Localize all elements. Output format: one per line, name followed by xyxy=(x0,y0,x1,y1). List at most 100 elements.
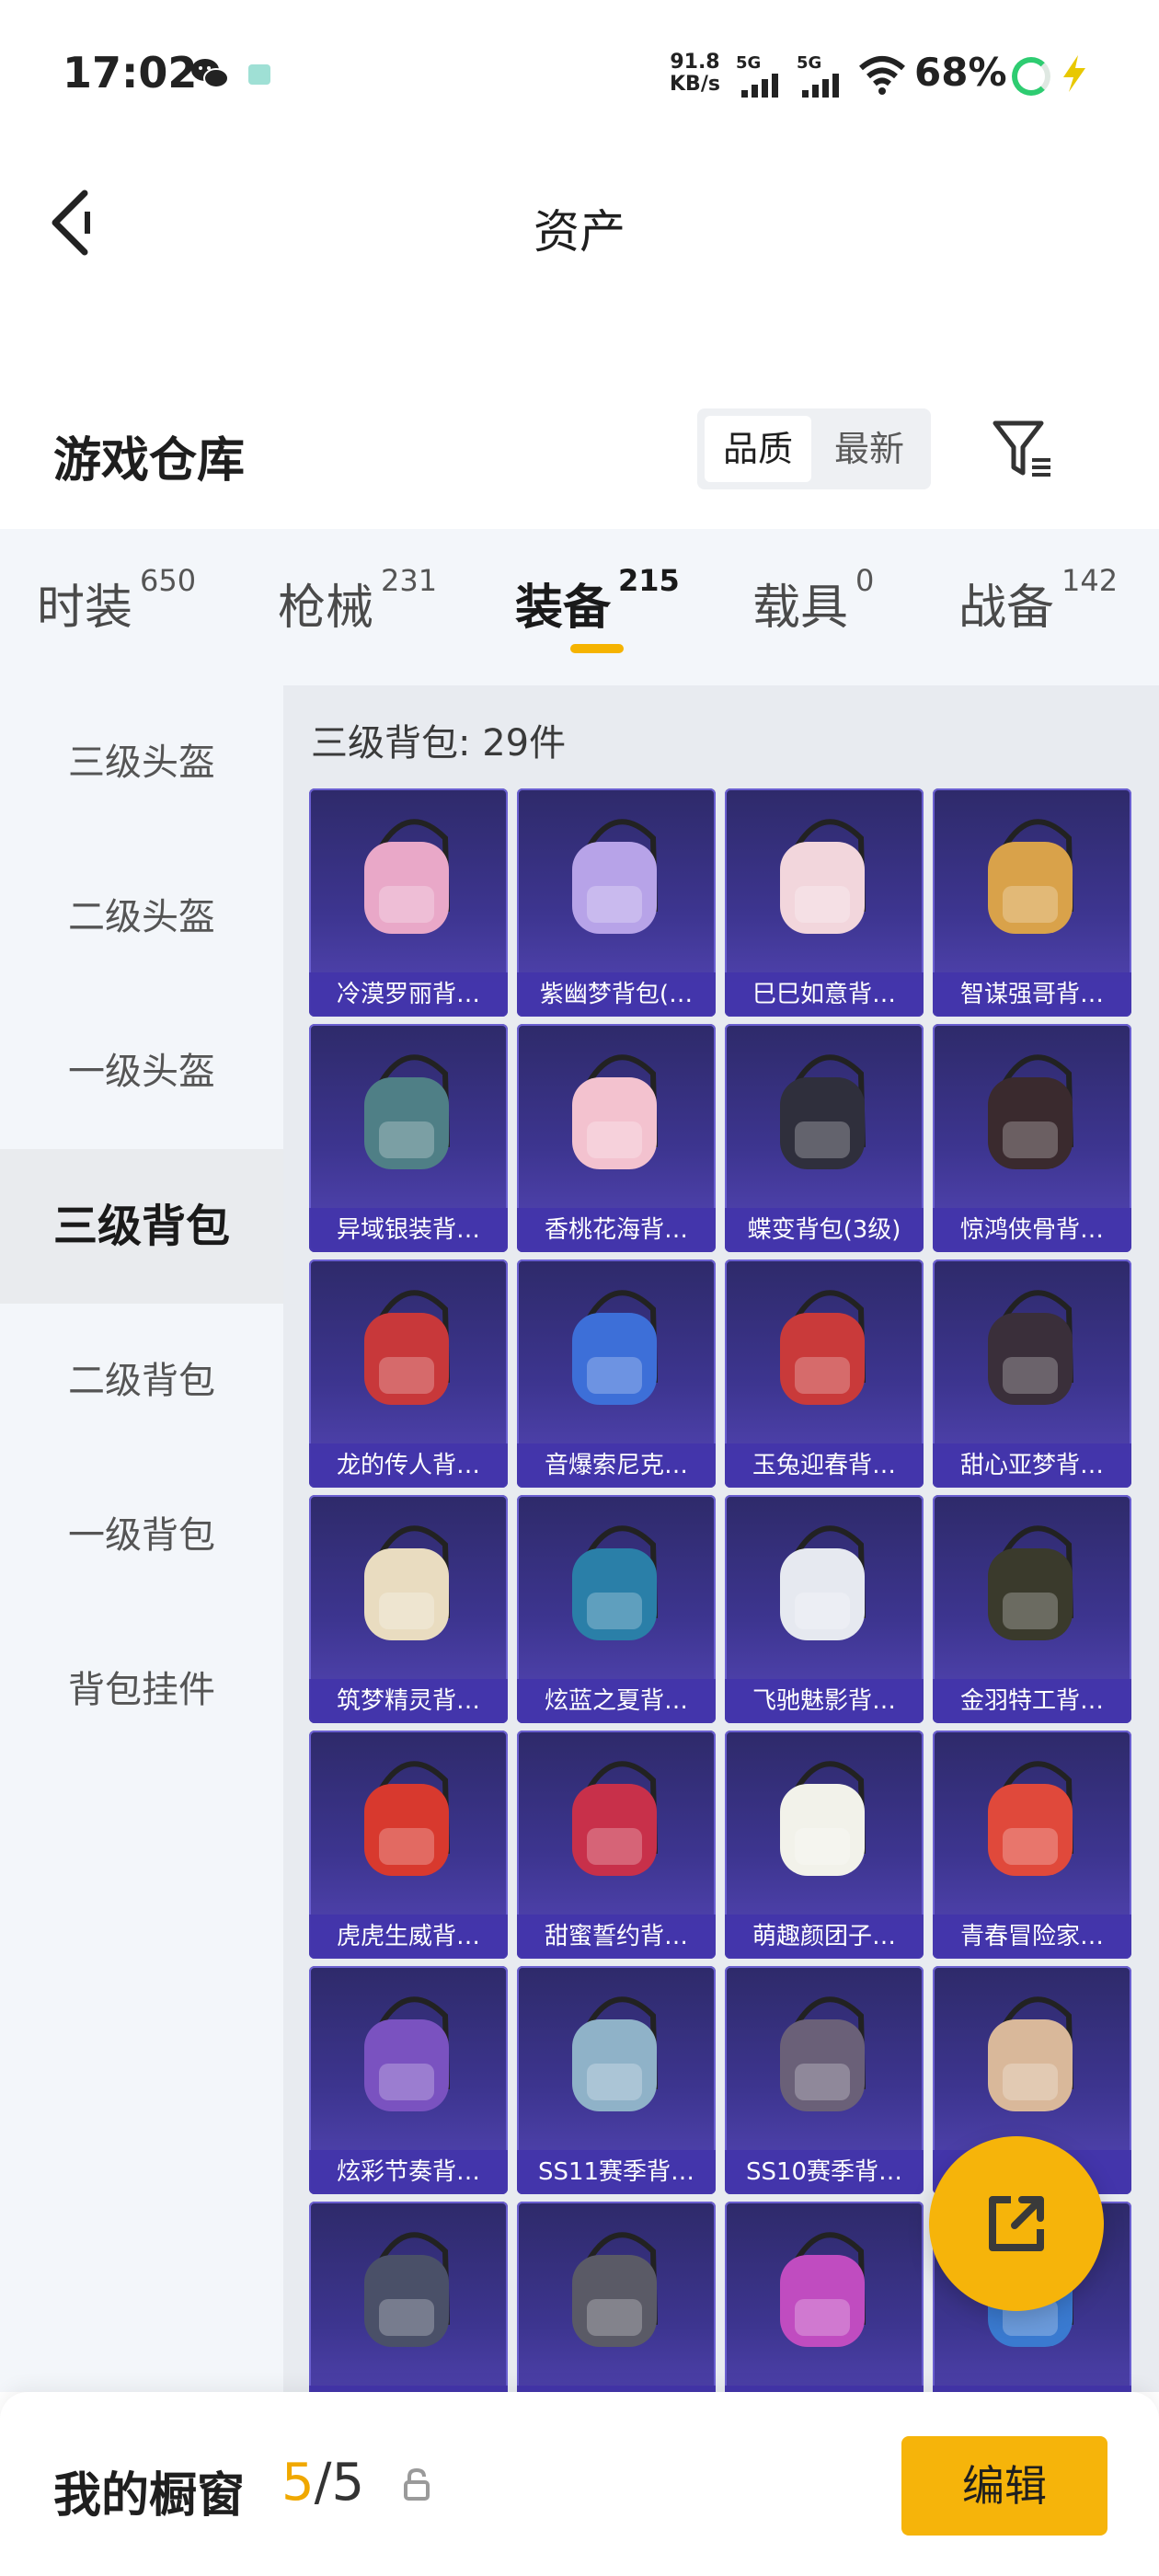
item-name: 炫蓝之夏背… xyxy=(517,1679,716,1723)
item-card[interactable]: 蝶变背包(3级) xyxy=(725,1024,924,1252)
sidebar-item-helmet-lv2[interactable]: 二级头盔 xyxy=(0,840,283,995)
item-card[interactable] xyxy=(517,2202,716,2392)
item-card[interactable]: 智谋强哥背… xyxy=(933,788,1131,1017)
sort-quality-button[interactable]: 品质 xyxy=(705,416,811,482)
signal-bars-icon xyxy=(802,74,839,98)
sidebar: 三级头盔 二级头盔 一级头盔 三级背包 二级背包 一级背包 背包挂件 xyxy=(0,685,283,2392)
item-card[interactable]: 甜蜜誓约背… xyxy=(517,1731,716,1959)
status-bar: 17:02 91.8 KB/s 5G 5G 68% xyxy=(0,0,1159,147)
sidebar-item-backpack-lv1[interactable]: 一级背包 xyxy=(0,1458,283,1613)
item-card[interactable]: 飞驰魅影背… xyxy=(725,1495,924,1723)
share-button[interactable] xyxy=(929,2136,1104,2311)
sort-toggle: 品质 最新 xyxy=(697,408,931,489)
item-name: 金羽特工背… xyxy=(933,1679,1131,1723)
battery-percent: 68% xyxy=(914,50,1007,95)
item-card[interactable]: 音爆索尼克… xyxy=(517,1259,716,1488)
item-name: 音爆索尼克… xyxy=(517,1443,716,1488)
network-speed: 91.8 KB/s xyxy=(670,52,720,96)
item-card[interactable]: 香桃花海背… xyxy=(517,1024,716,1252)
backpack-icon xyxy=(780,1996,866,2111)
backpack-icon xyxy=(572,1761,658,1876)
backpack-icon xyxy=(572,1525,658,1640)
item-card[interactable]: 惊鸿侠骨背… xyxy=(933,1024,1131,1252)
item-name: SS10赛季背… xyxy=(725,2150,924,2194)
item-name xyxy=(517,2386,716,2392)
item-card[interactable]: 筑梦精灵背… xyxy=(309,1495,508,1723)
tab-weapons[interactable]: 枪械 231 xyxy=(278,563,437,638)
backpack-icon xyxy=(364,1761,450,1876)
backpack-icon xyxy=(988,1996,1073,2111)
backpack-icon xyxy=(572,1290,658,1405)
backpack-icon xyxy=(364,1996,450,2111)
item-name: 炫彩节奏背… xyxy=(309,2150,508,2194)
lock-icon xyxy=(404,2467,430,2501)
backpack-icon xyxy=(572,819,658,934)
item-card[interactable]: SS10赛季背… xyxy=(725,1966,924,2194)
backpack-icon xyxy=(780,1290,866,1405)
item-card[interactable]: 炫蓝之夏背… xyxy=(517,1495,716,1723)
item-name: 惊鸿侠骨背… xyxy=(933,1208,1131,1252)
item-card[interactable]: 冷漠罗丽背… xyxy=(309,788,508,1017)
signal-bars-icon xyxy=(741,74,778,98)
item-card[interactable]: 萌趣颜团子… xyxy=(725,1731,924,1959)
backpack-icon xyxy=(988,1054,1073,1169)
status-time: 17:02 xyxy=(63,48,198,98)
showcase-count-total: /5 xyxy=(314,2453,365,2513)
item-name xyxy=(725,2386,924,2392)
item-name: 飞驰魅影背… xyxy=(725,1679,924,1723)
tab-fashion[interactable]: 时装 650 xyxy=(37,563,196,638)
sort-latest-button[interactable]: 最新 xyxy=(815,416,924,482)
filter-icon[interactable] xyxy=(990,416,1056,482)
backpack-icon xyxy=(780,1761,866,1876)
item-card[interactable]: 青春冒险家… xyxy=(933,1731,1131,1959)
item-card[interactable]: 甜心亚梦背… xyxy=(933,1259,1131,1488)
item-card[interactable]: 虎虎生威背… xyxy=(309,1731,508,1959)
item-list-panel: 三级背包: 29件 冷漠罗丽背… 紫幽梦背包(… 巳巳如意背… 智谋强哥背… 异域银装背… xyxy=(283,685,1159,2392)
item-card[interactable]: 异域银装背… xyxy=(309,1024,508,1252)
item-card[interactable]: SS11赛季背… xyxy=(517,1966,716,2194)
cellular-signal-2: 5G xyxy=(797,53,848,98)
item-name: 筑梦精灵背… xyxy=(309,1679,508,1723)
active-tab-indicator xyxy=(570,644,624,653)
edit-button[interactable]: 编辑 xyxy=(901,2436,1107,2536)
backpack-icon xyxy=(364,1290,450,1405)
backpack-icon xyxy=(364,1525,450,1640)
backpack-icon xyxy=(988,1290,1073,1405)
tab-equipment[interactable]: 装备 215 xyxy=(515,563,680,638)
sidebar-item-backpack-lv3[interactable]: 三级背包 xyxy=(0,1149,283,1304)
item-card[interactable]: 紫幽梦背包(… xyxy=(517,788,716,1017)
sidebar-item-helmet-lv3[interactable]: 三级头盔 xyxy=(0,685,283,840)
item-card[interactable]: 金羽特工背… xyxy=(933,1495,1131,1723)
network-speed-value: 91.8 xyxy=(670,51,720,74)
external-link-icon xyxy=(989,2196,1044,2251)
backpack-icon xyxy=(364,1054,450,1169)
tab-tactical[interactable]: 战备 142 xyxy=(958,563,1118,638)
tab-count: 650 xyxy=(140,563,197,598)
item-card[interactable]: 巳巳如意背… xyxy=(725,788,924,1017)
backpack-icon xyxy=(780,819,866,934)
backpack-icon xyxy=(364,2232,450,2347)
item-name: 青春冒险家… xyxy=(933,1915,1131,1959)
wifi-icon xyxy=(859,56,905,95)
tab-label: 枪械 xyxy=(278,581,374,636)
battery-ring-icon xyxy=(1012,57,1050,96)
backpack-icon xyxy=(572,1996,658,2111)
tab-vehicles[interactable]: 载具 0 xyxy=(752,563,874,638)
item-name: 香桃花海背… xyxy=(517,1208,716,1252)
tab-count: 142 xyxy=(1061,563,1119,598)
item-card[interactable]: 炫彩节奏背… xyxy=(309,1966,508,2194)
item-card[interactable]: 龙的传人背… xyxy=(309,1259,508,1488)
item-card[interactable] xyxy=(309,2202,508,2392)
sidebar-item-backpack-lv2[interactable]: 二级背包 xyxy=(0,1304,283,1458)
tab-count: 215 xyxy=(618,563,680,598)
item-card[interactable]: 玉兔迎春背… xyxy=(725,1259,924,1488)
item-name: 冷漠罗丽背… xyxy=(309,972,508,1017)
showcase-title: 我的橱窗 xyxy=(53,2468,246,2524)
sidebar-item-helmet-lv1[interactable]: 一级头盔 xyxy=(0,995,283,1149)
item-card[interactable] xyxy=(725,2202,924,2392)
sidebar-item-backpack-charm[interactable]: 背包挂件 xyxy=(0,1613,283,1767)
item-name: 甜心亚梦背… xyxy=(933,1443,1131,1488)
item-name: 龙的传人背… xyxy=(309,1443,508,1488)
backpack-icon xyxy=(780,1525,866,1640)
item-name: 紫幽梦背包(… xyxy=(517,972,716,1017)
